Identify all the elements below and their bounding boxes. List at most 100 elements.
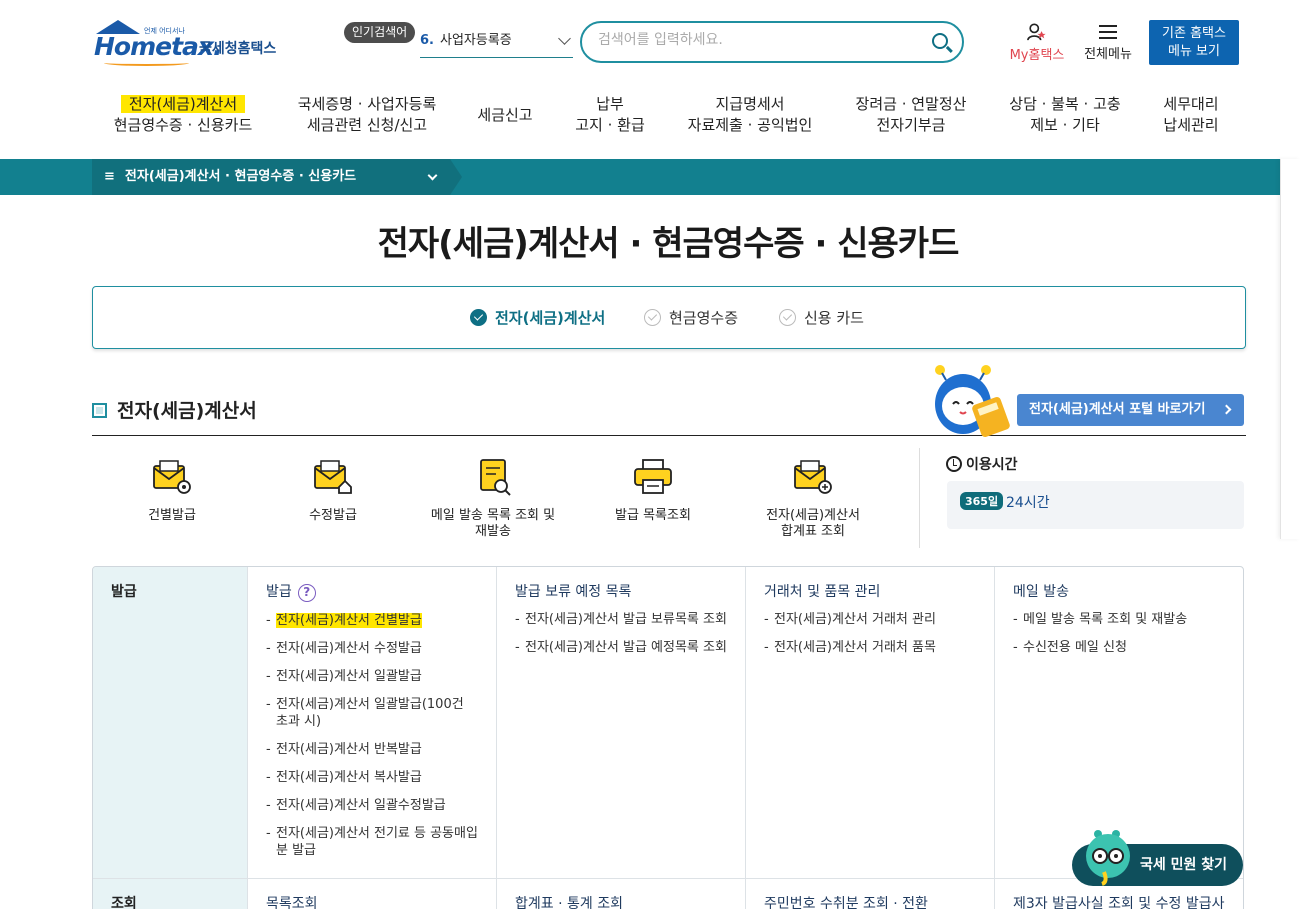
list-item[interactable]: 메일 발송 목록 조회 및 재발송 <box>1013 611 1225 628</box>
list-item[interactable]: 전자(세금)계산서 일괄발급 <box>266 668 478 685</box>
portal-button-label: 전자(세금)계산서 포털 바로가기 <box>1029 402 1206 417</box>
quick-label-line2: 재발송 <box>475 524 511 539</box>
list-item[interactable]: 전자(세금)계산서 일괄수정발급 <box>266 797 478 814</box>
tab-label: 현금영수증 <box>669 309 739 327</box>
gnb-item-consult[interactable]: 상담 · 불복 · 고충 제보 · 기타 <box>1004 94 1126 136</box>
gnb-item-sublabel: 세금관련 신청/신고 <box>306 116 428 134</box>
quick-divider <box>919 448 920 548</box>
gnb-item-statement[interactable]: 지급명세서 자료제출 · 공익법인 <box>682 94 818 136</box>
header: 언제 어디서나 Hometax. 국세청홈택스 인기검색어 6. 사업자등록증 M… <box>0 0 1300 159</box>
list-item[interactable]: 전자(세금)계산서 전기료 등 공동매입분 발급 <box>266 825 478 859</box>
list-icon: ≡ <box>104 169 115 184</box>
popular-search-badge: 인기검색어 <box>344 22 416 43</box>
einvoice-portal-button[interactable]: 전자(세금)계산서 포털 바로가기 <box>1017 394 1244 426</box>
quick-issue-list[interactable]: 발급 목록조회 <box>573 458 733 524</box>
mascot-glasses-icon <box>1086 830 1130 886</box>
my-hometax-button[interactable]: My홈택스 <box>1004 22 1070 63</box>
list-item[interactable]: 전자(세금)계산서 반복발급 <box>266 741 478 758</box>
old-btn-line2: 메뉴 보기 <box>1168 44 1220 59</box>
gnb-item-sublabel: 납세관리 <box>1163 116 1219 134</box>
gnb-item-label: 세무대리 <box>1163 95 1219 113</box>
col-pending: 발급 보류 예정 목록 전자(세금)계산서 발급 보류목록 조회 전자(세금)계… <box>496 567 745 878</box>
gnb-item-sublabel: 현금영수증 · 신용카드 <box>113 116 253 134</box>
quick-label: 수정발급 <box>309 508 357 523</box>
list-item[interactable]: 전자(세금)계산서 거래처 품목 <box>764 639 976 656</box>
hamburger-icon <box>1099 24 1117 40</box>
quick-label: 발급 목록조회 <box>615 508 691 523</box>
search-input[interactable] <box>598 32 918 48</box>
list-item[interactable]: 전자(세금)계산서 발급 예정목록 조회 <box>515 639 727 656</box>
breadcrumb-label: 전자(세금)계산서 · 현금영수증 · 신용카드 <box>124 169 357 184</box>
col-partners: 거래처 및 품목 관리 전자(세금)계산서 거래처 관리 전자(세금)계산서 거… <box>745 567 994 878</box>
page-title: 전자(세금)계산서 · 현금영수증 · 신용카드 <box>377 224 960 264</box>
help-icon[interactable]: ? <box>297 584 316 602</box>
gnb-item-sublabel: 전자기부금 <box>876 116 946 134</box>
list-item[interactable]: 전자(세금)계산서 발급 보류목록 조회 <box>515 611 727 628</box>
col-rrn-lookup: 주민번호 수취분 조회 · 전환 <box>745 879 994 909</box>
section-divider <box>92 435 1246 436</box>
logo-korean: 국세청홈택스 <box>199 41 277 57</box>
list-item[interactable]: 전자(세금)계산서 일괄발급(100건 초과 시) <box>266 696 478 730</box>
days-badge: 365일 <box>960 492 1004 510</box>
gnb-item-einvoice[interactable]: 전자(세금)계산서 현금영수증 · 신용카드 <box>108 94 258 136</box>
breadcrumb[interactable]: ≡ 전자(세금)계산서 · 현금영수증 · 신용카드 <box>92 159 450 195</box>
global-nav: 전자(세금)계산서 현금영수증 · 신용카드 국세증명 · 사업자등록 세금관련… <box>92 94 1242 144</box>
list-item[interactable]: 전자(세금)계산서 복사발급 <box>266 769 478 786</box>
envelope-gear-icon <box>153 460 191 494</box>
search-icon[interactable] <box>932 33 948 49</box>
row-head-lookup: 조회 <box>93 879 247 909</box>
usage-time-box: 365일 24시간 <box>947 481 1244 529</box>
popular-search-select[interactable]: 6. 사업자등록증 <box>420 26 573 58</box>
popular-rank: 6. <box>420 33 434 48</box>
list-item[interactable]: 전자(세금)계산서 수정발급 <box>266 640 478 657</box>
tab-cash-receipt[interactable]: 현금영수증 <box>644 307 738 328</box>
col-title[interactable]: 합계표 · 통계 조회 <box>515 893 745 909</box>
tab-credit-card[interactable]: 신용 카드 <box>779 307 864 328</box>
envelope-plus-icon <box>794 460 832 494</box>
float-button-label: 국세 민원 찾기 <box>1140 857 1228 873</box>
quick-mail-list[interactable]: 메일 발송 목록 조회 및 재발송 <box>413 458 573 540</box>
quick-summary-lookup[interactable]: 전자(세금)계산서 합계표 조회 <box>733 458 893 540</box>
list-item[interactable]: 수신전용 메일 신청 <box>1013 639 1225 656</box>
tab-label: 신용 카드 <box>804 309 864 327</box>
gnb-item-agent[interactable]: 세무대리 납세관리 <box>1156 94 1226 136</box>
quick-revised-issue[interactable]: 수정발급 <box>253 458 413 524</box>
col-title[interactable]: 주민번호 수취분 조회 · 전환 <box>764 893 994 909</box>
popular-term: 사업자등록증 <box>439 33 512 48</box>
quick-label: 건별발급 <box>148 508 196 523</box>
breadcrumb-bar: ≡ 전자(세금)계산서 · 현금영수증 · 신용카드 <box>0 159 1300 195</box>
logo-swoosh-icon <box>104 60 189 66</box>
category-tabs: 전자(세금)계산서 현금영수증 신용 카드 <box>92 286 1246 349</box>
col-title-label: 발급 <box>266 584 292 600</box>
gnb-item-label: 상담 · 불복 · 고충 <box>1009 95 1121 113</box>
list-item[interactable]: 전자(세금)계산서 거래처 관리 <box>764 611 976 628</box>
gnb-item-certificate[interactable]: 국세증명 · 사업자등록 세금관련 신청/신고 <box>288 94 446 136</box>
gnb-item-sublabel: 제보 · 기타 <box>1030 116 1100 134</box>
tab-einvoice[interactable]: 전자(세금)계산서 <box>470 307 605 328</box>
usage-title-label: 이용시간 <box>966 457 1018 473</box>
quick-label: 메일 발송 목록 조회 및 <box>430 508 556 523</box>
gnb-item-tax-report[interactable]: 세금신고 <box>470 105 540 126</box>
hours-text: 24시간 <box>1006 495 1050 511</box>
tab-label: 전자(세금)계산서 <box>495 309 606 327</box>
gnb-item-payment[interactable]: 납부 고지 · 환급 <box>568 94 652 136</box>
col-title: 거래처 및 품목 관리 <box>764 584 881 600</box>
col-title: 발급? <box>266 581 496 602</box>
section-title-label: 전자(세금)계산서 <box>117 400 257 422</box>
mascot-calculator-icon <box>935 365 1010 437</box>
col-title[interactable]: 제3자 발급사실 조회 및 수정 발급사 <box>1013 893 1243 909</box>
gnb-item-label: 납부 <box>596 95 624 113</box>
col-issue: 발급? 전자(세금)계산서 건별발급 전자(세금)계산서 수정발급 전자(세금)… <box>247 567 496 878</box>
printer-icon <box>634 459 672 494</box>
gnb-item-incentive[interactable]: 장려금 · 연말정산 전자기부금 <box>848 94 974 136</box>
document-search-icon <box>480 459 511 496</box>
quick-label: 전자(세금)계산서 <box>766 508 860 523</box>
all-menu-button[interactable]: 전체메뉴 <box>1078 22 1138 62</box>
chevron-down-icon <box>427 170 438 181</box>
list-item[interactable]: 전자(세금)계산서 건별발급 <box>266 612 478 629</box>
old-hometax-menu-button[interactable]: 기존 홈택스 메뉴 보기 <box>1149 20 1239 65</box>
col-title[interactable]: 목록조회 <box>266 893 496 909</box>
check-circle-icon <box>779 309 796 326</box>
hometax-logo[interactable]: 언제 어디서나 Hometax. 국세청홈택스 <box>94 20 289 68</box>
quick-single-issue[interactable]: 건별발급 <box>92 458 252 524</box>
